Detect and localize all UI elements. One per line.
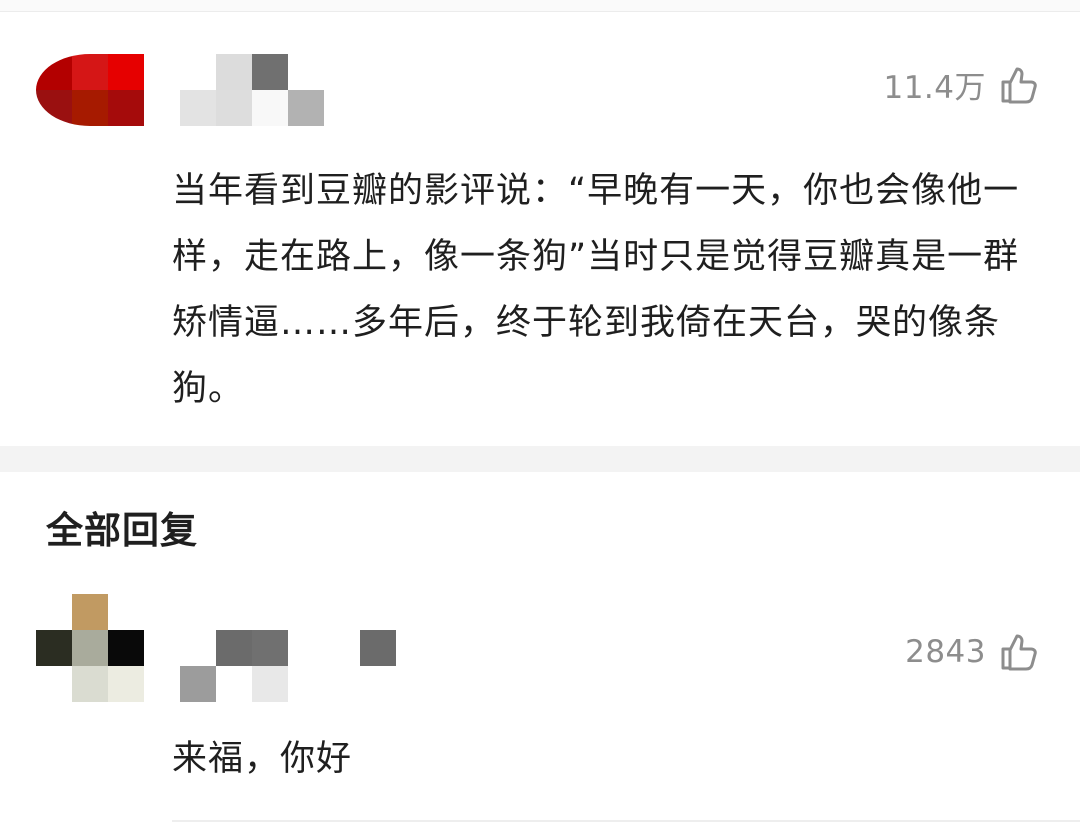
- username-pixel: [216, 54, 252, 90]
- username-pixel: [288, 90, 324, 126]
- top-divider: [0, 0, 1080, 12]
- username-pixel: [252, 630, 288, 666]
- reply-like-control[interactable]: 2843: [905, 630, 1040, 674]
- avatar-pixel: [108, 54, 144, 90]
- thumbs-up-icon[interactable]: [996, 630, 1040, 674]
- reply-username-blurred[interactable]: [180, 630, 396, 702]
- avatar-pixel: [36, 630, 72, 666]
- thumbs-up-icon[interactable]: [996, 63, 1040, 107]
- avatar-pixel: [36, 54, 72, 90]
- avatar-pixel: [108, 666, 144, 702]
- avatar-pixel: [108, 630, 144, 666]
- avatar-pixel: [72, 54, 108, 90]
- username-pixel: [252, 54, 288, 90]
- username-pixel: [252, 666, 288, 702]
- username-pixel: [180, 90, 216, 126]
- main-username-blurred[interactable]: [180, 54, 324, 126]
- username-pixel: [360, 630, 396, 666]
- avatar-pixel: [72, 90, 108, 126]
- main-comment-text: 当年看到豆瓣的影评说：“早晚有一天，你也会像他一样，走在路上，像一条狗”当时只是…: [172, 171, 1020, 409]
- replies-section-title: 全部回复: [46, 509, 198, 552]
- bottom-divider: [172, 820, 1080, 822]
- username-pixel: [216, 90, 252, 126]
- main-like-control[interactable]: 11.4万: [883, 62, 1040, 107]
- main-like-count: 11.4万: [883, 70, 986, 106]
- reply-like-count: 2843: [905, 634, 986, 670]
- comment-thread-page: 11.4万 当年看到豆瓣的影评说：“早晚有一天，你也会像他一样，走在路上，像一条…: [0, 0, 1080, 831]
- avatar-pixel: [72, 630, 108, 666]
- reply-comment: 2843 来福，你好: [0, 580, 1080, 830]
- avatar-pixel: [108, 90, 144, 126]
- reply-comment-text: 来福，你好: [172, 739, 353, 779]
- avatar-pixel: [72, 594, 108, 630]
- reply-user-avatar[interactable]: [36, 594, 144, 702]
- main-comment: 11.4万 当年看到豆瓣的影评说：“早晚有一天，你也会像他一样，走在路上，像一条…: [0, 12, 1080, 446]
- username-pixel: [180, 666, 216, 702]
- avatar-pixel: [72, 666, 108, 702]
- main-user-avatar[interactable]: [36, 54, 144, 126]
- avatar-pixel: [36, 90, 72, 126]
- username-pixel: [252, 90, 288, 126]
- username-pixel: [216, 630, 252, 666]
- section-divider: [0, 446, 1080, 472]
